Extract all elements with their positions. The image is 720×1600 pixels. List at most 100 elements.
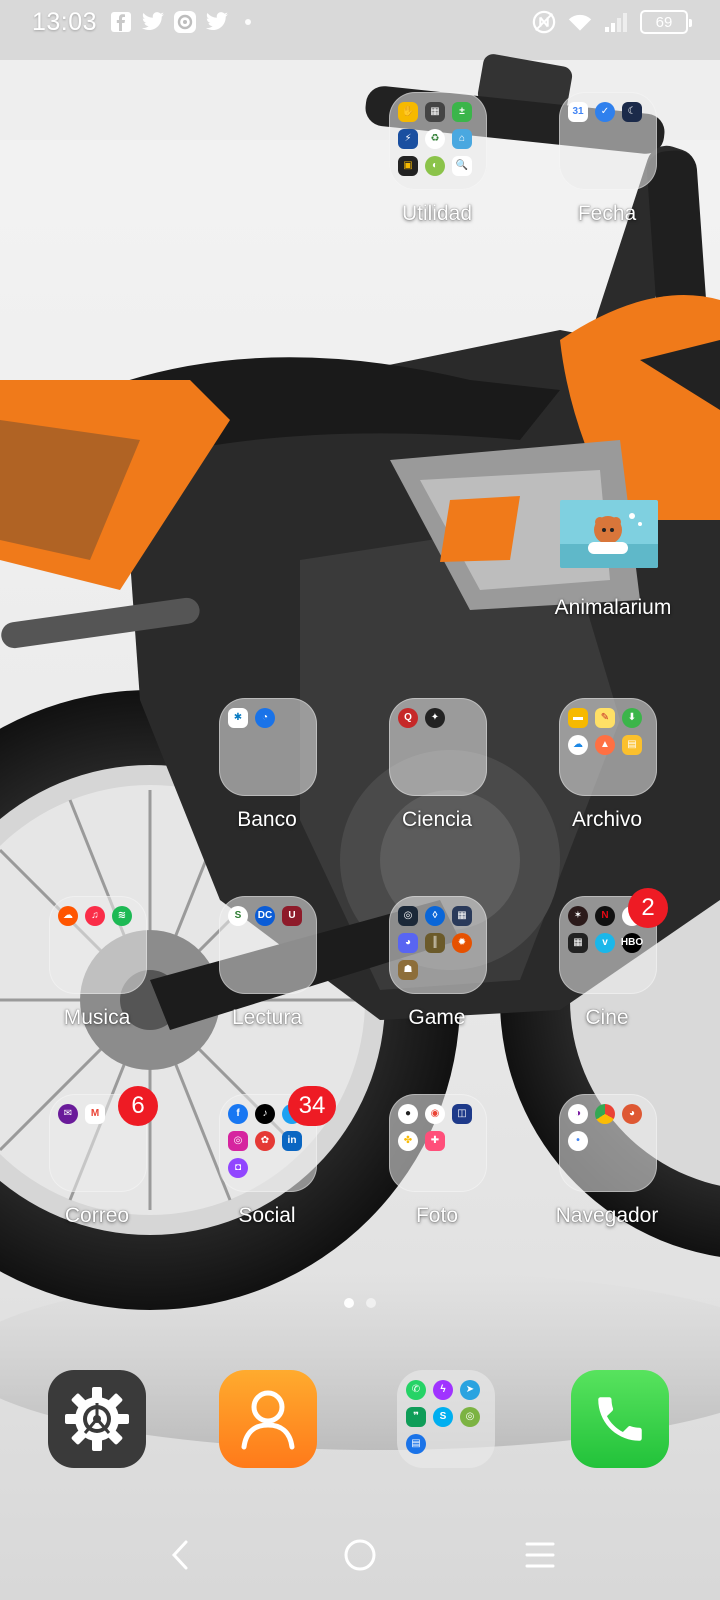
chrome-icon	[595, 1104, 615, 1124]
notes-icon: ✎	[595, 708, 615, 728]
folder-label: Fecha	[577, 202, 637, 225]
pillar-game-icon: ║	[425, 933, 445, 953]
calculator-icon: ±	[452, 102, 472, 122]
folder-lectura-preview: S DC U	[219, 896, 317, 994]
soundcloud-icon: ☁	[58, 906, 78, 926]
folder-cine[interactable]: ✶ N ● ▦ v HBO 2 Cine	[532, 888, 682, 1046]
recents-button[interactable]	[520, 1535, 560, 1575]
instagram-icon: ◎	[228, 1131, 248, 1151]
quiz-app-icon: Q	[398, 708, 418, 728]
movie-app-icon: ✶	[568, 906, 588, 926]
wifi-icon	[568, 10, 592, 34]
folder-game[interactable]: ◎ ◊ ▦ ◕ ║ ✹ ☗ Game	[362, 896, 512, 1046]
person-icon	[241, 1390, 295, 1450]
hangouts-icon: ❞	[406, 1407, 426, 1427]
folder-correo[interactable]: ✉ M 6 Correo	[22, 1086, 172, 1244]
folder-foto-preview: ● ◉ ◫ ✤ ✚	[389, 1094, 487, 1192]
folder-label: Foto	[415, 1204, 459, 1227]
bank-app-icon: ◔	[255, 708, 275, 728]
home-button[interactable]	[340, 1535, 380, 1575]
messages-icon: ▤	[406, 1434, 426, 1454]
marvel-icon: U	[282, 906, 302, 926]
system-status: 69	[532, 10, 692, 34]
folder-label: Cine	[585, 1006, 629, 1029]
twitter-icon	[205, 10, 229, 34]
app-label: Animalarium	[554, 596, 672, 619]
folder-fecha[interactable]: 31 ✓ ☾ Fecha	[532, 92, 682, 242]
sky-app-icon: ✦	[425, 708, 445, 728]
spotify-icon: ≋	[112, 906, 132, 926]
fire-game-icon: ✹	[452, 933, 472, 953]
telegram-icon: ➤	[460, 1380, 480, 1400]
folder-fecha-preview: 31 ✓ ☾	[559, 92, 657, 190]
folder-banco[interactable]: ✱ ◔ Banco	[192, 698, 342, 848]
vimeo-icon: v	[595, 933, 615, 953]
duckduckgo-icon: ◕	[622, 1104, 642, 1124]
folder-label: Navegador	[555, 1204, 659, 1227]
rpg-game-icon: ☗	[398, 960, 418, 980]
reader-icon: S	[228, 906, 248, 926]
folder-navegador-preview: ◑ ◕ •	[559, 1094, 657, 1192]
clock-app-icon: ✓	[595, 102, 615, 122]
battery-level: 69	[655, 13, 673, 31]
folder-social[interactable]: f ♪ t ◎ ✿ in ◘ 34 Social	[192, 1086, 342, 1244]
folder-musica[interactable]: ☁ ♫ ≋ Musica	[22, 896, 172, 1046]
night-scene-icon: ☾	[622, 102, 642, 122]
folder-ciencia-preview: Q ✦	[389, 698, 487, 796]
folder-musica-preview: ☁ ♫ ≋	[49, 896, 147, 994]
folder-label: Social	[238, 1204, 296, 1227]
folder-foto[interactable]: ● ◉ ◫ ✤ ✚ Foto	[362, 1094, 512, 1244]
back-button[interactable]	[160, 1535, 200, 1575]
discord-icon: ◕	[398, 933, 418, 953]
app-animalarium[interactable]: Animalarium	[550, 500, 700, 650]
tiktok-icon: ♪	[255, 1104, 275, 1124]
folder-lectura[interactable]: S DC U Lectura	[192, 896, 342, 1046]
hbo-icon: HBO	[621, 933, 643, 953]
contacts-app[interactable]	[219, 1370, 317, 1468]
page-indicator	[0, 1298, 720, 1308]
assistant-icon: •	[568, 1131, 588, 1151]
settings-app[interactable]	[48, 1370, 146, 1468]
battery-icon: 69	[640, 10, 692, 34]
compass-icon: ◐	[425, 156, 445, 176]
steam-icon: ◎	[398, 906, 418, 926]
folder-ciencia[interactable]: Q ✦ Ciencia	[362, 698, 512, 848]
files-icon: ▬	[568, 708, 588, 728]
office-icon: ▲	[595, 735, 615, 755]
twitter-icon	[141, 10, 165, 34]
bank-caixa-icon: ✱	[228, 708, 248, 728]
folder-label: Ciencia	[401, 808, 473, 831]
notification-badge: 6	[118, 1086, 158, 1126]
facebook-icon	[109, 10, 133, 34]
lens-icon: ◉	[425, 1104, 445, 1124]
qr-scanner-icon: ▦	[425, 102, 445, 122]
animalarium-icon	[560, 500, 658, 568]
camera-app-icon	[173, 10, 197, 34]
linkedin-icon: in	[282, 1131, 302, 1151]
folder-utilidad-preview: ✋ ▦ ± ⚡ ♻ ⌂ ▣ ◐ 🔍	[389, 92, 487, 190]
page-dot[interactable]	[366, 1298, 376, 1308]
recycle-icon: ♻	[425, 129, 445, 149]
notification-badge: 2	[628, 888, 668, 928]
folder-label: Correo	[64, 1204, 130, 1227]
phone-icon	[598, 1397, 642, 1441]
hand-app-icon: ✋	[398, 102, 418, 122]
folder-navegador[interactable]: ◑ ◕ • Navegador	[532, 1094, 682, 1244]
clock: 13:03	[32, 7, 98, 36]
photos-icon: ✤	[398, 1131, 418, 1151]
folder-label: Banco	[237, 808, 297, 831]
social-app-icon: ✿	[255, 1131, 275, 1151]
phone-app[interactable]	[571, 1370, 669, 1468]
messenger-icon: ϟ	[433, 1380, 453, 1400]
download-icon: ⬇	[622, 708, 642, 728]
folder-archivo[interactable]: ▬ ✎ ⬇ ☁ ▲ ▤ Archivo	[532, 698, 682, 848]
gallery-icon: ◫	[452, 1104, 472, 1124]
page-dot-active[interactable]	[344, 1298, 354, 1308]
document-icon: ▤	[622, 735, 642, 755]
skype-icon: S	[433, 1407, 453, 1427]
back-chevron-icon	[171, 1540, 188, 1570]
gmail-icon: M	[85, 1104, 105, 1124]
messaging-folder[interactable]: ✆ ϟ ➤ ❞ S ◎ ▤	[397, 1370, 495, 1468]
status-bar: 13:03 69	[0, 0, 720, 44]
folder-utilidad[interactable]: ✋ ▦ ± ⚡ ♻ ⌂ ▣ ◐ 🔍 Utilidad	[362, 92, 512, 242]
